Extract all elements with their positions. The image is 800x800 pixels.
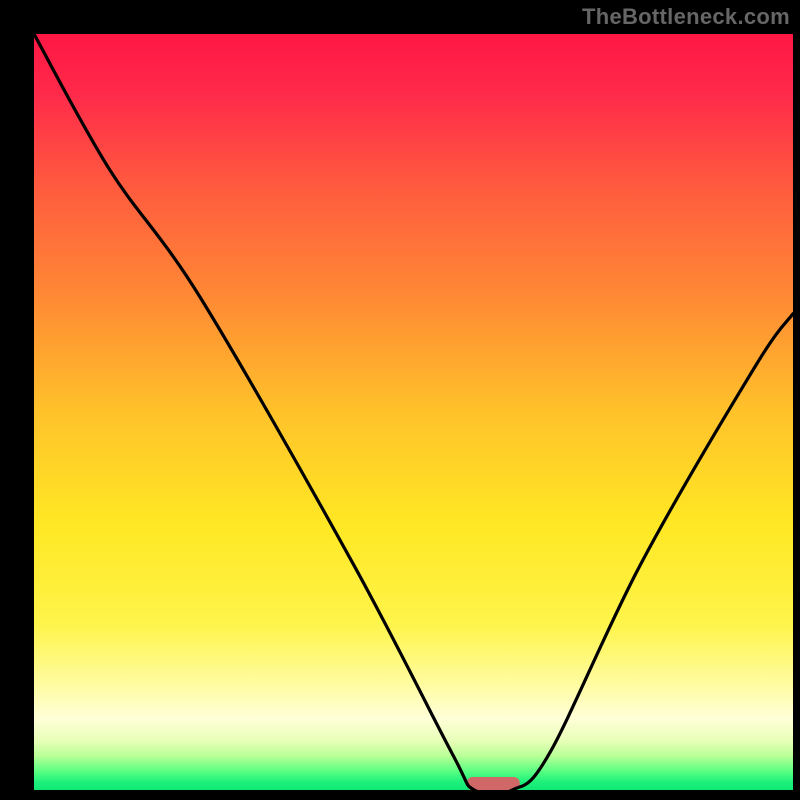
watermark-text: TheBottleneck.com bbox=[582, 4, 790, 30]
chart-stage: TheBottleneck.com bbox=[0, 0, 800, 800]
optimum-marker bbox=[467, 777, 520, 790]
bottleneck-chart bbox=[0, 0, 800, 800]
